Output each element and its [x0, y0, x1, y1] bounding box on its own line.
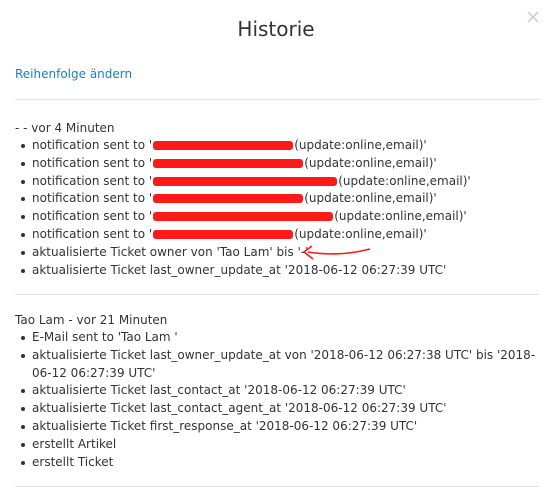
list-item: erstellt Artikel [15, 436, 539, 454]
list-item: notification sent to ' (update:online,ema… [15, 190, 539, 208]
redaction-mark [153, 158, 304, 168]
redaction-mark [153, 176, 338, 186]
list-item: aktualisierte Ticket owner von 'Tao Lam'… [15, 244, 539, 262]
list-item: aktualisierte Ticket last_owner_update_a… [15, 262, 539, 280]
divider [15, 294, 539, 295]
list-item: notification sent to ' (update:online,ema… [15, 155, 539, 173]
change-order-link[interactable]: Reihenfolge ändern [15, 67, 132, 81]
list-item: aktualisierte Ticket last_contact_at '20… [15, 382, 539, 400]
close-icon[interactable] [526, 9, 540, 23]
list-item: notification sent to ' (update:online,ema… [15, 173, 539, 191]
annotation-arrow-icon [302, 245, 371, 260]
redaction-mark [153, 229, 294, 239]
history-entries: E-Mail sent to 'Tao Lam ' aktualisierte … [15, 329, 539, 471]
divider [15, 486, 539, 487]
divider [15, 99, 539, 100]
list-item: erstellt Ticket [15, 454, 539, 472]
list-item: notification sent to ' (update:online,ema… [15, 208, 539, 226]
history-entries: notification sent to ' (update:online,ema… [15, 137, 539, 279]
list-item: aktualisierte Ticket first_response_at '… [15, 418, 539, 436]
list-item: aktualisierte Ticket last_contact_agent_… [15, 400, 539, 418]
history-group: Tao Lam - vor 21 Minuten E-Mail sent to … [15, 312, 539, 471]
redaction-mark [153, 141, 294, 150]
redaction-mark [153, 212, 334, 222]
history-group: - - vor 4 Minuten notification sent to '… [15, 120, 539, 279]
group-header: Tao Lam - vor 21 Minuten [15, 313, 168, 327]
list-item: notification sent to ' (update:online,ema… [15, 137, 539, 155]
group-header: - - vor 4 Minuten [15, 121, 115, 135]
list-item: aktualisierte Ticket last_owner_update_a… [15, 347, 539, 383]
list-item: E-Mail sent to 'Tao Lam ' [15, 329, 539, 347]
redaction-mark [153, 194, 304, 204]
list-item: notification sent to ' (update:online,ema… [15, 226, 539, 244]
modal-title: Historie [237, 17, 315, 41]
